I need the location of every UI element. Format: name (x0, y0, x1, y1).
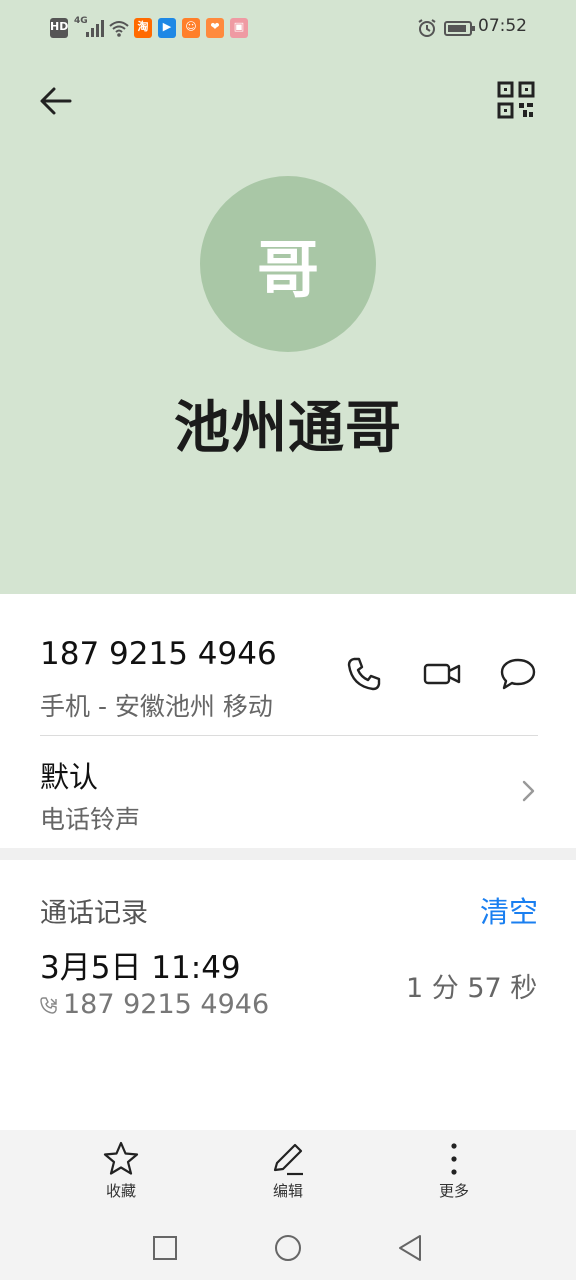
triangle-back-icon (399, 1235, 421, 1261)
back-arrow-icon (40, 87, 72, 115)
chevron-right-icon[interactable] (514, 776, 542, 806)
section-divider (0, 848, 576, 860)
clear-history-button[interactable]: 清空 (480, 889, 538, 931)
clock-time: 07:52 (478, 16, 527, 36)
status-bar: HD 4G 淘 ▶ ☺ ❤ ▣ 07:52 (0, 0, 576, 56)
back-button[interactable] (36, 80, 78, 122)
gift-app-icon: ▣ (230, 18, 248, 38)
back-nav-button[interactable] (394, 1232, 426, 1264)
ringtone-label: 电话铃声 (40, 805, 141, 834)
qr-code-button[interactable] (496, 80, 540, 124)
square-icon (153, 1236, 177, 1260)
pencil-icon (273, 1143, 303, 1176)
network-type: 4G (74, 16, 88, 26)
bilibili-like-icon: ☺ (182, 18, 200, 38)
battery-icon (444, 18, 476, 38)
home-button[interactable] (272, 1232, 304, 1264)
phone-icon (347, 657, 381, 691)
edit-label: 编辑 (272, 1182, 303, 1200)
more-label: 更多 (438, 1182, 469, 1200)
heart-app-icon: ❤ (206, 18, 224, 38)
ringtone-value[interactable]: 默认 (40, 754, 98, 796)
contact-name: 池州通哥 (174, 396, 402, 461)
call-log-duration: 1 分 57 秒 (406, 973, 538, 1004)
contact-avatar[interactable]: 哥 (200, 176, 376, 352)
video-camera-icon (423, 663, 461, 685)
signal-icon: 4G (72, 16, 104, 38)
more-vertical-icon (451, 1143, 457, 1175)
phone-description: 手机 - 安徽池州 移动 (40, 692, 273, 721)
call-log-datetime[interactable]: 3月5日 11:49 (40, 942, 241, 987)
favorite-button[interactable]: 收藏 (66, 1140, 176, 1206)
taobao-icon: 淘 (134, 18, 152, 38)
hd-badge: HD (50, 18, 68, 38)
wifi-icon (108, 18, 130, 38)
chat-bubble-icon (500, 658, 536, 690)
more-button[interactable]: 更多 (399, 1140, 509, 1206)
call-button[interactable] (344, 654, 390, 700)
phone-number[interactable]: 187 9215 4946 (40, 636, 277, 672)
divider (40, 735, 538, 736)
call-history-title: 通话记录 (40, 898, 148, 929)
edit-button[interactable]: 编辑 (233, 1140, 343, 1206)
favorite-label: 收藏 (105, 1182, 136, 1200)
star-icon (103, 1141, 139, 1175)
alarm-icon (416, 18, 438, 38)
qr-code-icon (497, 81, 535, 119)
circle-icon (275, 1235, 301, 1261)
incoming-call-icon (39, 996, 59, 1016)
recent-apps-button[interactable] (149, 1232, 181, 1264)
messaging-app-icon: ▶ (158, 18, 176, 38)
message-button[interactable] (498, 654, 544, 700)
call-log-number: 187 9215 4946 (63, 989, 270, 1020)
video-call-button[interactable] (422, 654, 468, 700)
